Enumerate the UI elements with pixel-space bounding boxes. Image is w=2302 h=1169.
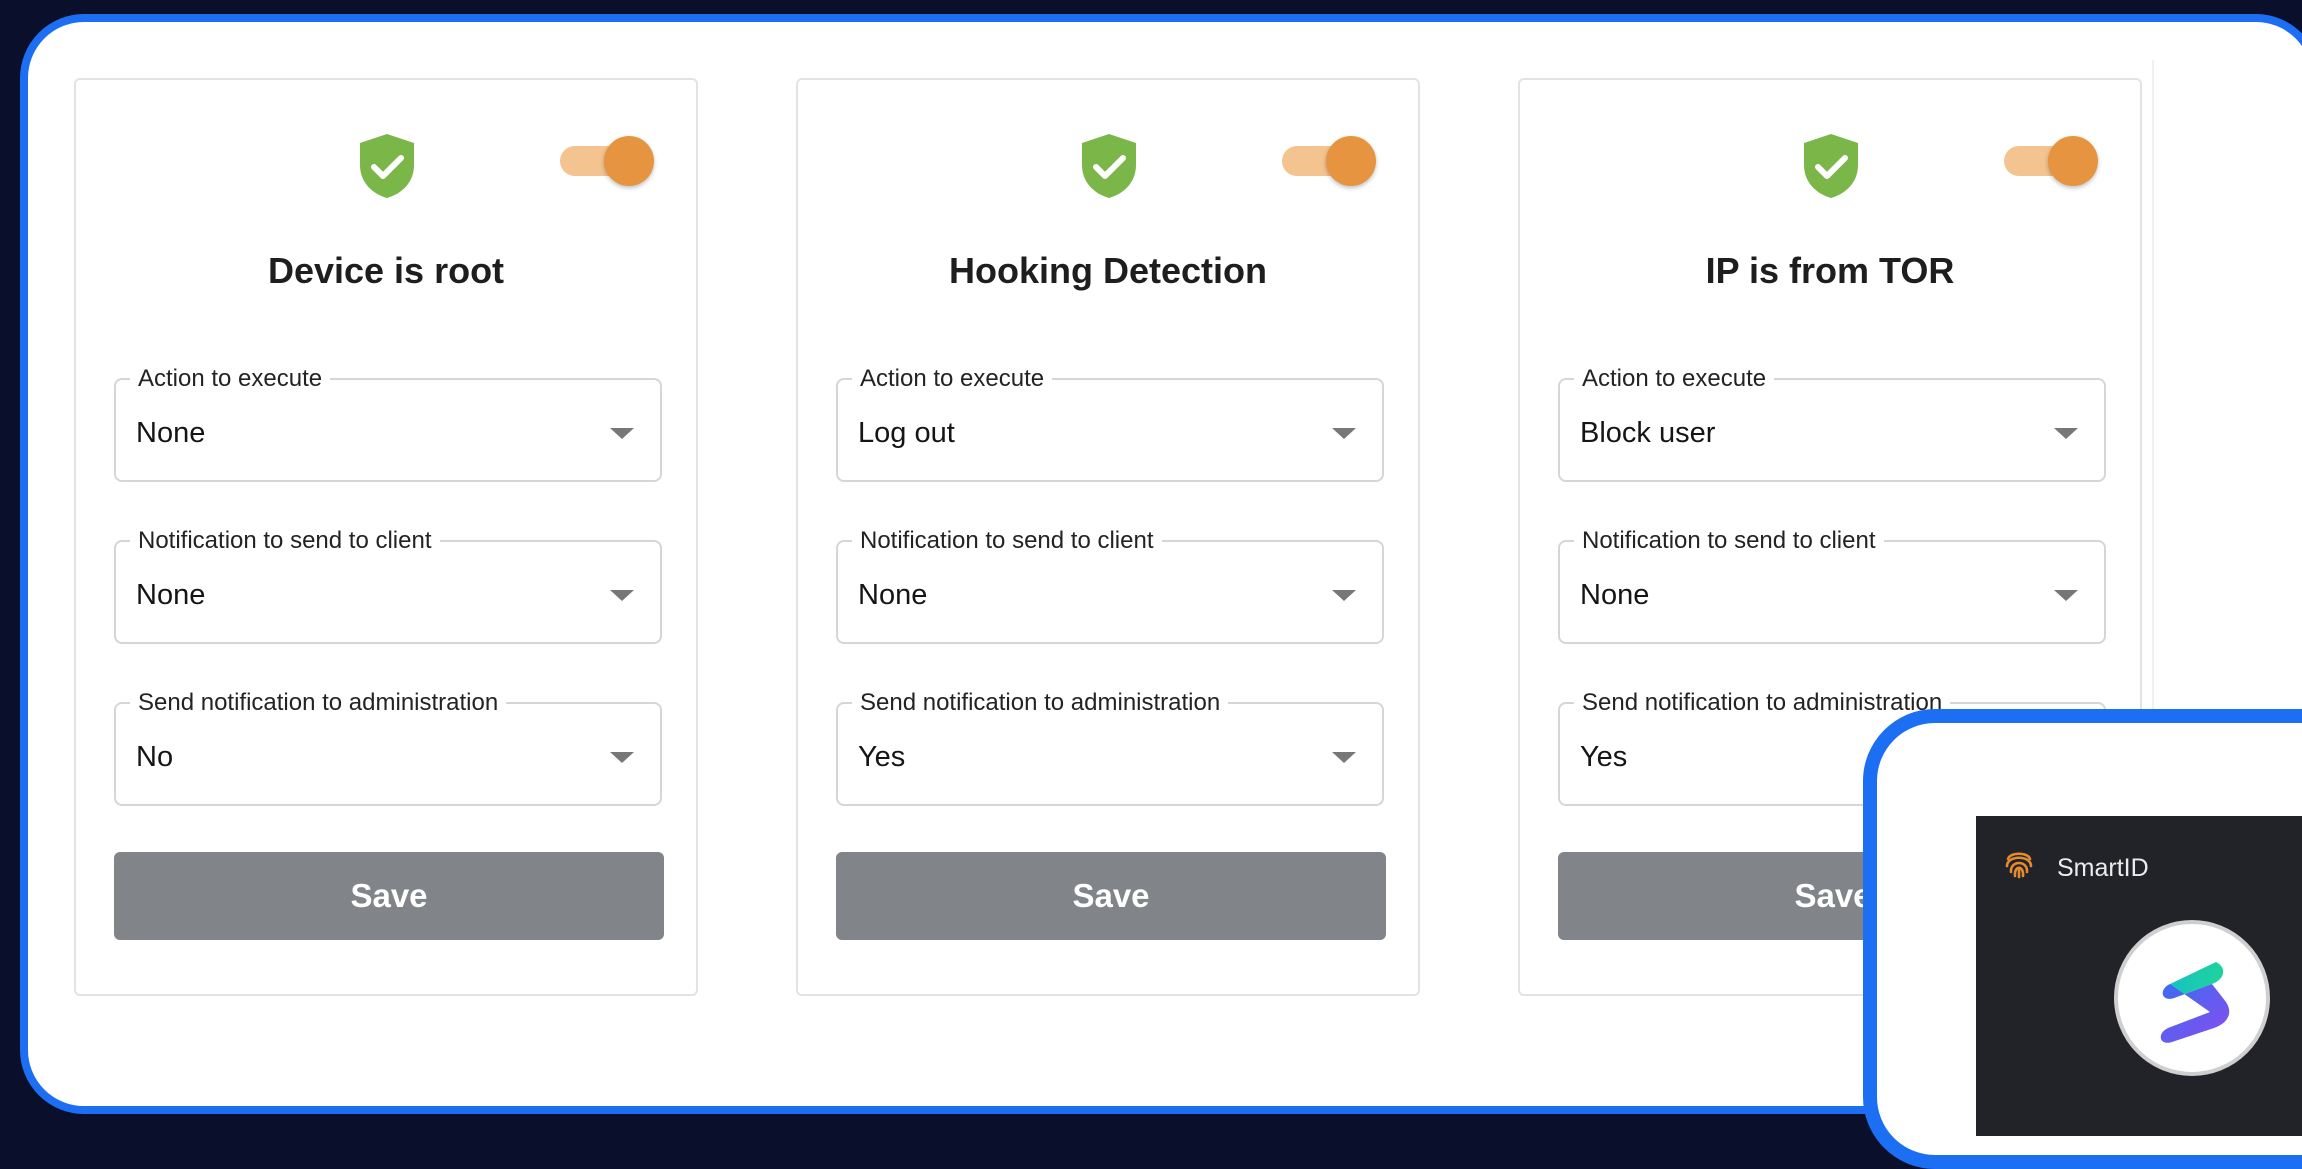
shield-check-icon xyxy=(1804,134,1858,198)
field-label: Notification to send to client xyxy=(852,527,1162,555)
field-label: Send notification to administration xyxy=(130,689,507,717)
client-notification-select[interactable]: Notification to send to client None xyxy=(1558,527,2106,644)
field-value: No xyxy=(136,741,174,773)
client-notification-select[interactable]: Notification to send to client None xyxy=(836,527,1384,644)
shield-check-icon xyxy=(1082,134,1136,198)
chevron-down-icon xyxy=(2054,590,2078,601)
field-value: Log out xyxy=(858,417,955,449)
chevron-down-icon xyxy=(1332,752,1356,763)
admin-notification-select[interactable]: Send notification to administration Yes xyxy=(836,689,1384,806)
action-select[interactable]: Action to execute Block user xyxy=(1558,365,2106,482)
app-name: SmartID xyxy=(2057,854,2149,882)
toggle-thumb xyxy=(2048,136,2098,186)
shield-check-icon xyxy=(360,134,414,198)
field-label: Action to execute xyxy=(1574,365,1775,393)
enable-toggle[interactable] xyxy=(1282,136,1376,186)
rule-card-hooking-detection: Hooking Detection Action to execute Log … xyxy=(796,78,1420,996)
field-value: None xyxy=(1580,579,1650,611)
field-value: Yes xyxy=(1580,741,1628,773)
field-label: Send notification to administration xyxy=(852,689,1229,717)
chevron-down-icon xyxy=(610,752,634,763)
chevron-down-icon xyxy=(1332,590,1356,601)
toggle-thumb xyxy=(604,136,654,186)
save-button[interactable]: Save xyxy=(114,852,664,940)
chevron-down-icon xyxy=(1332,428,1356,439)
avatar[interactable] xyxy=(2114,920,2270,1076)
chevron-down-icon xyxy=(2054,428,2078,439)
action-select[interactable]: Action to execute None xyxy=(114,365,662,482)
card-title: Device is root xyxy=(267,250,505,291)
enable-toggle[interactable] xyxy=(2004,136,2098,186)
field-value: Block user xyxy=(1580,417,1716,449)
card-title: IP is from TOR xyxy=(1705,250,1955,291)
client-notification-select[interactable]: Notification to send to client None xyxy=(114,527,662,644)
s-logo-icon xyxy=(2160,962,2230,1043)
save-button[interactable]: Save xyxy=(836,852,1386,940)
card-title: Hooking Detection xyxy=(948,250,1267,291)
field-label: Notification to send to client xyxy=(130,527,440,555)
chevron-down-icon xyxy=(610,590,634,601)
field-value: None xyxy=(136,417,206,449)
action-select[interactable]: Action to execute Log out xyxy=(836,365,1384,482)
field-label: Action to execute xyxy=(130,365,331,393)
toggle-thumb xyxy=(1326,136,1376,186)
rule-card-device-root: Device is root Action to execute None No… xyxy=(74,78,698,996)
field-label: Send notification to administration xyxy=(1574,689,1951,717)
fingerprint-icon xyxy=(2005,852,2033,879)
field-value: Yes xyxy=(858,741,906,773)
chevron-down-icon xyxy=(610,428,634,439)
phone-screen: SmartID xyxy=(1976,816,2302,1136)
field-value: None xyxy=(136,579,206,611)
field-label: Notification to send to client xyxy=(1574,527,1884,555)
admin-notification-select[interactable]: Send notification to administration No xyxy=(114,689,662,806)
field-value: None xyxy=(858,579,928,611)
enable-toggle[interactable] xyxy=(560,136,654,186)
field-label: Action to execute xyxy=(852,365,1053,393)
